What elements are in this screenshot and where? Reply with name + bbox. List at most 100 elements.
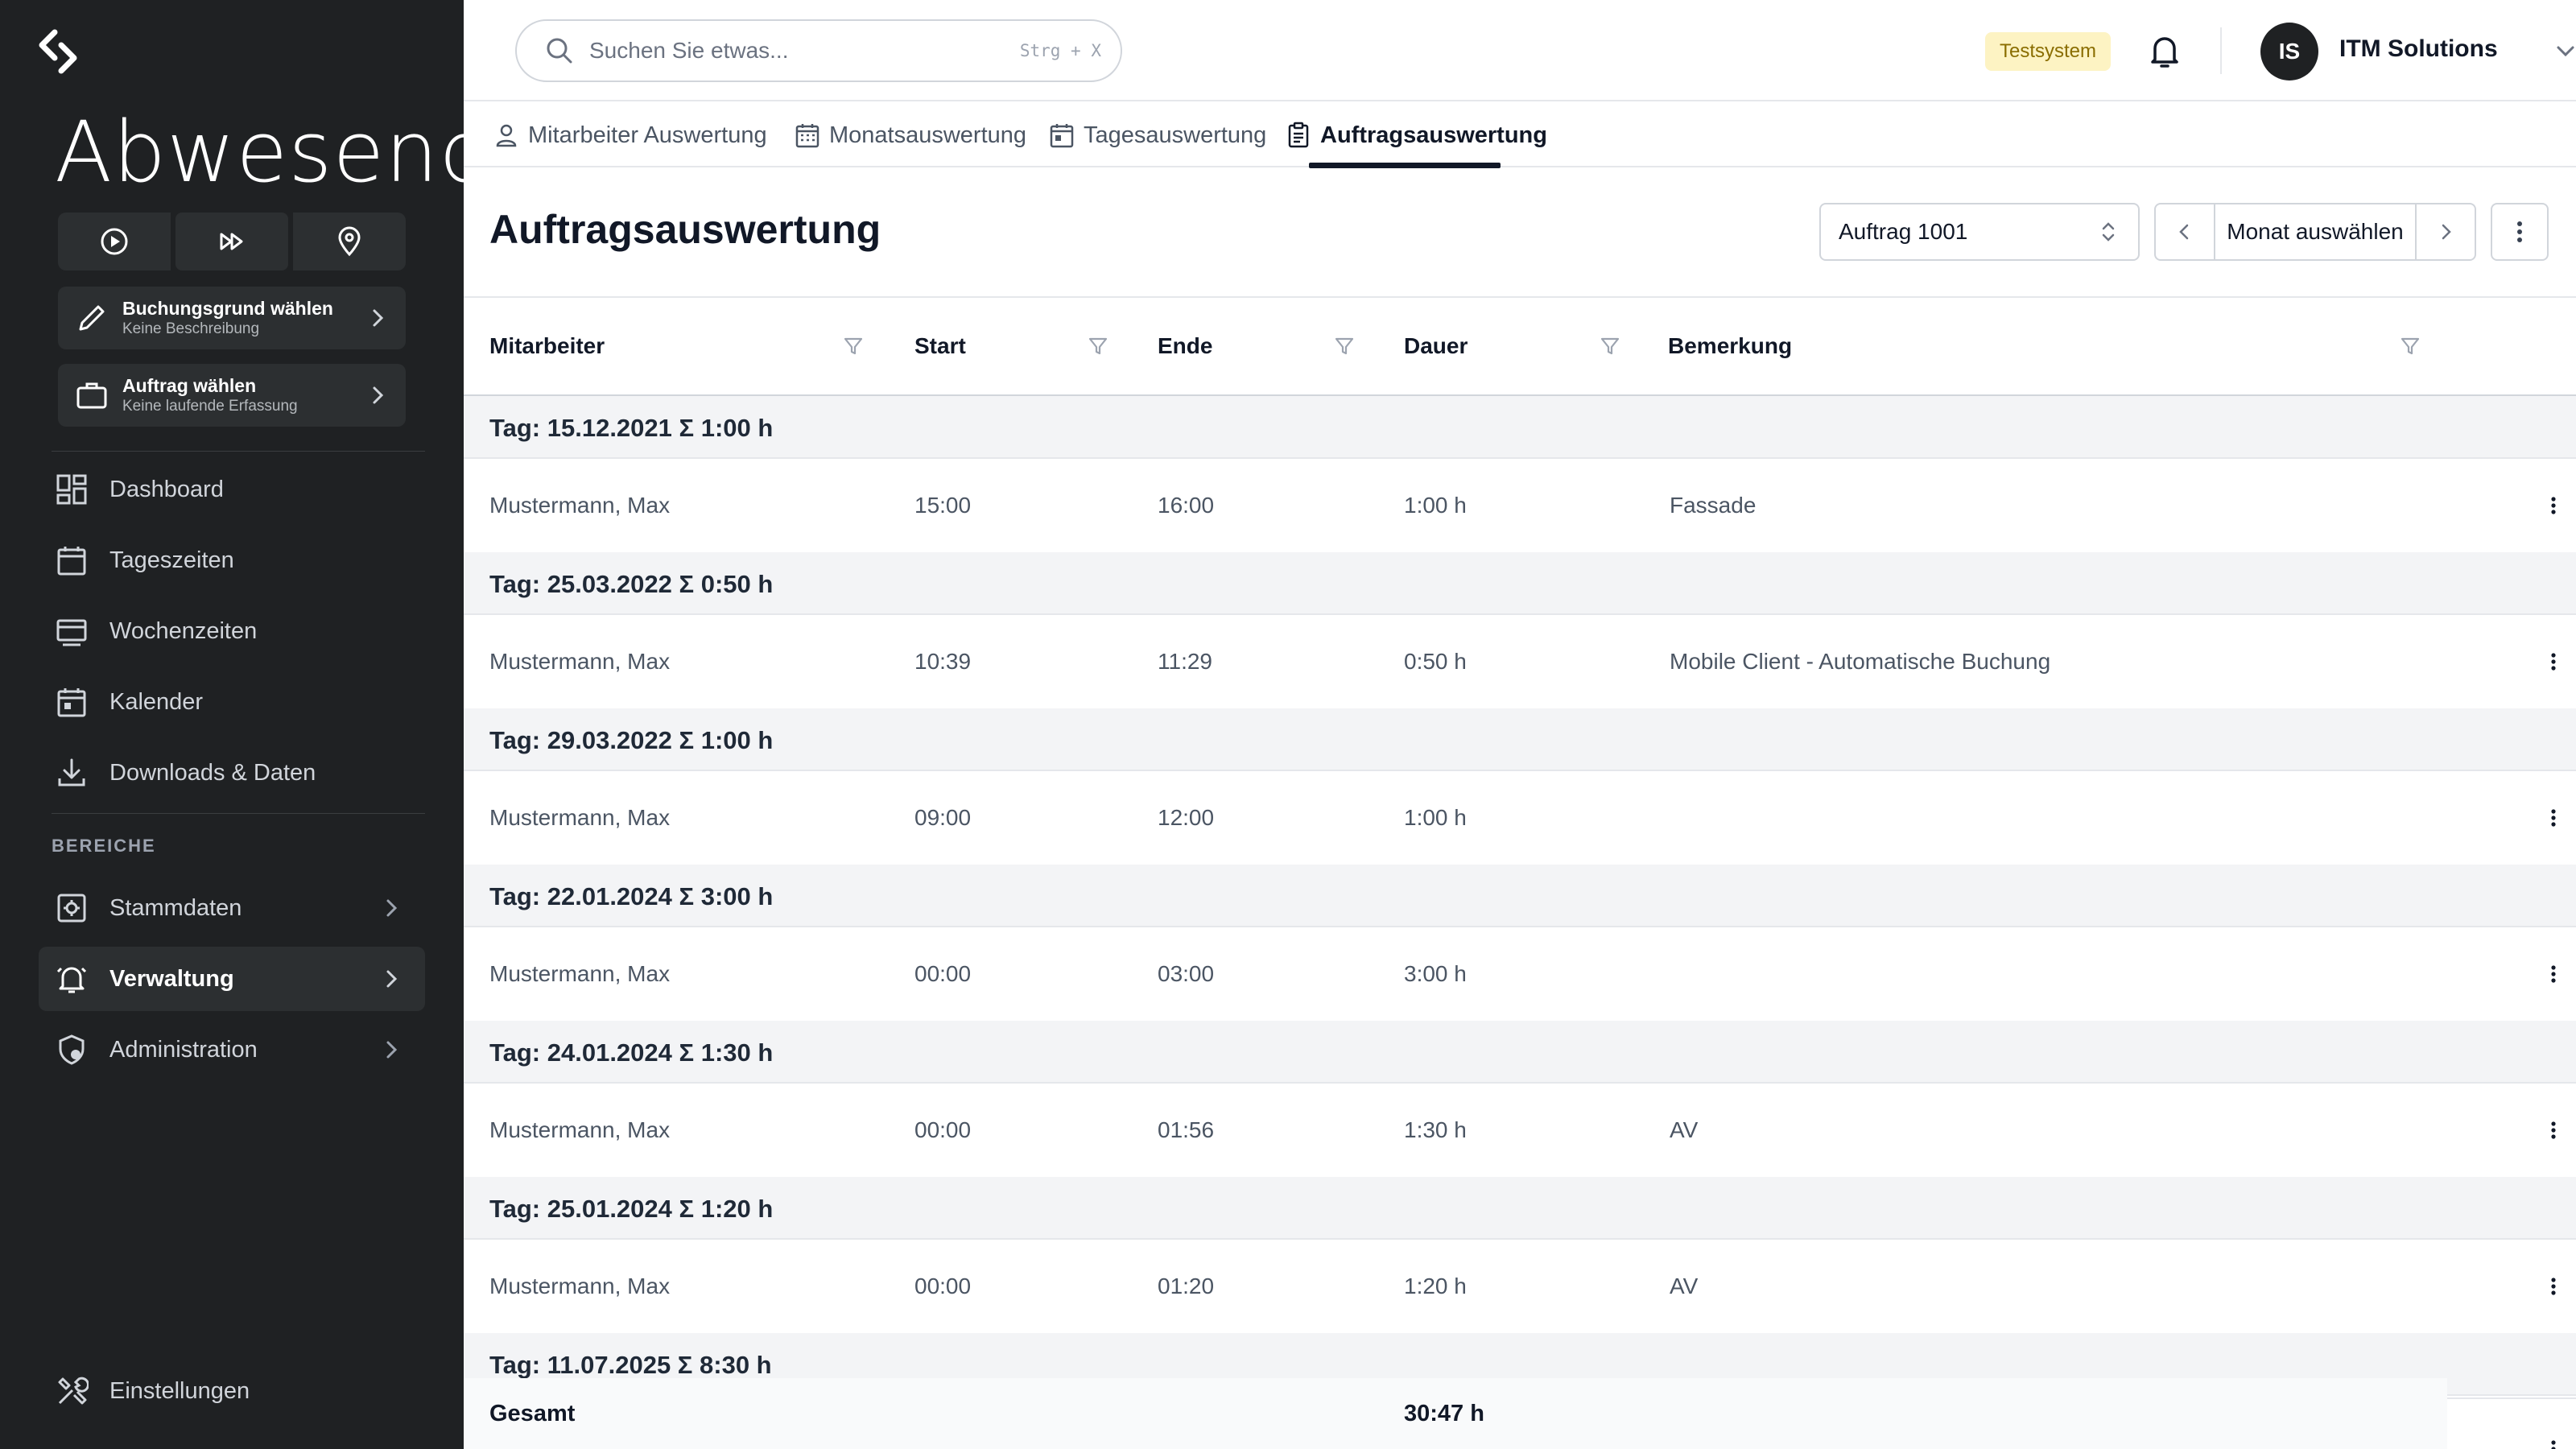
switch-button[interactable] [175, 213, 288, 270]
booking-reason-select[interactable]: Buchungsgrund wählen Keine Beschreibung [58, 287, 406, 349]
table-row[interactable]: Mustermann, Max 10:39 11:29 0:50 h Mobil… [464, 615, 2576, 708]
environment-badge: Testsystem [1985, 32, 2112, 71]
table-row-partial[interactable] [2447, 1397, 2576, 1449]
sidebar-divider [52, 451, 425, 452]
cell-duration: 1:00 h [1404, 805, 1467, 830]
table-footer-total: Gesamt 30:47 h [464, 1378, 2447, 1449]
notification-bell-icon[interactable] [2145, 31, 2185, 71]
cell-end: 12:00 [1158, 805, 1215, 830]
chevron-right-icon [386, 970, 398, 988]
filter-icon[interactable] [1599, 335, 1621, 357]
cell-start: 15:00 [914, 493, 972, 518]
start-button[interactable] [58, 213, 171, 270]
tab-employee-evaluation[interactable]: Mitarbeiter Auswertung [493, 103, 767, 167]
group-label: Tag: 22.01.2024 Σ 3:00 h [489, 882, 774, 910]
month-navigator: Monat auswählen [2154, 203, 2476, 261]
sidebar-item-downloads[interactable]: Downloads & Daten [39, 741, 425, 805]
row-menu-icon[interactable] [2536, 1431, 2571, 1449]
group-row[interactable]: Tag: 22.01.2024 Σ 3:00 h [464, 865, 2576, 927]
cell-start: 00:00 [914, 1274, 972, 1298]
sidebar-item-stammdaten[interactable]: Stammdaten [39, 876, 425, 940]
sidebar-item-kalender[interactable]: Kalender [39, 670, 425, 734]
order-select-card[interactable]: Auftrag wählen Keine laufende Erfassung [58, 364, 406, 427]
sidebar-item-dashboard[interactable]: Dashboard [39, 457, 425, 522]
chevron-down-icon[interactable] [2552, 37, 2576, 64]
table-row[interactable]: Mustermann, Max 00:00 01:56 1:30 h AV [464, 1084, 2576, 1177]
booking-reason-subtitle: Keine Beschreibung [122, 320, 260, 337]
group-label: Tag: 29.03.2022 Σ 1:00 h [489, 726, 774, 754]
filter-icon[interactable] [1087, 335, 1109, 357]
cell-employee: Mustermann, Max [489, 1117, 671, 1142]
avatar[interactable]: IS [2260, 23, 2318, 80]
cell-start: 00:00 [914, 961, 972, 986]
group-label: Tag: 25.03.2022 Σ 0:50 h [489, 570, 774, 598]
column-header-remark[interactable]: Bemerkung [1668, 333, 1792, 359]
cell-start: 10:39 [914, 649, 972, 674]
page-title: Auftragsauswertung [489, 207, 881, 252]
row-menu-icon[interactable] [2536, 644, 2571, 679]
filter-icon[interactable] [1333, 335, 1356, 357]
group-row[interactable]: Tag: 25.01.2024 Σ 1:20 h [464, 1177, 2576, 1240]
search-input[interactable]: Suchen Sie etwas... Strg + X [515, 19, 1122, 82]
group-row[interactable]: Tag: 24.01.2024 Σ 1:30 h [464, 1021, 2576, 1084]
filter-icon[interactable] [2399, 335, 2421, 357]
sidebar-item-verwaltung[interactable]: Verwaltung [39, 947, 425, 1011]
briefcase-icon [76, 382, 107, 409]
app-logo-icon[interactable] [35, 29, 80, 74]
total-label: Gesamt [489, 1401, 576, 1426]
order-dropdown[interactable]: Auftrag 1001 [1819, 203, 2140, 261]
filter-icon[interactable] [842, 335, 865, 357]
cell-duration: 0:50 h [1404, 649, 1467, 674]
active-tab-indicator [1309, 163, 1501, 168]
tab-label: Monatsauswertung [829, 122, 1027, 148]
tab-month-evaluation[interactable]: Monatsauswertung [794, 103, 1026, 167]
column-header-end[interactable]: Ende [1158, 333, 1212, 359]
group-row[interactable]: Tag: 25.03.2022 Σ 0:50 h [464, 552, 2576, 615]
more-options-button[interactable] [2491, 203, 2549, 261]
tab-order-evaluation[interactable]: Auftragsauswertung [1285, 103, 1547, 167]
next-month-button[interactable] [2417, 204, 2475, 259]
play-circle-icon [101, 228, 128, 255]
row-menu-icon[interactable] [2536, 956, 2571, 992]
tab-label: Tagesauswertung [1084, 122, 1267, 148]
row-menu-icon[interactable] [2536, 800, 2571, 836]
cell-remark: Fassade [1670, 493, 1757, 518]
column-header-employee[interactable]: Mitarbeiter [489, 333, 605, 359]
sidebar-item-label: Stammdaten [109, 894, 242, 921]
pencil-icon [79, 305, 105, 331]
row-menu-icon[interactable] [2536, 1269, 2571, 1304]
month-select-button[interactable]: Monat auswählen [2214, 204, 2417, 259]
sidebar-item-settings[interactable]: Einstellungen [39, 1359, 425, 1423]
sidebar-item-wochenzeiten[interactable]: Wochenzeiten [39, 599, 425, 663]
group-label: Tag: 25.01.2024 Σ 1:20 h [489, 1195, 774, 1223]
group-label: Tag: 11.07.2025 Σ 8:30 h [489, 1351, 772, 1379]
table-row[interactable]: Mustermann, Max 09:00 12:00 1:00 h [464, 771, 2576, 865]
chevron-right-icon [373, 386, 384, 404]
previous-month-button[interactable] [2156, 204, 2214, 259]
chevron-right-icon [373, 309, 384, 327]
location-button[interactable] [293, 213, 406, 270]
row-menu-icon[interactable] [2536, 1113, 2571, 1148]
sidebar-item-label: Dashboard [109, 476, 224, 502]
group-row[interactable]: Tag: 15.12.2021 Σ 1:00 h [464, 396, 2576, 459]
tools-icon [58, 1377, 89, 1405]
company-name[interactable]: ITM Solutions [2339, 35, 2498, 63]
cell-remark: Mobile Client - Automatische Buchung [1670, 649, 2051, 674]
tab-day-evaluation[interactable]: Tagesauswertung [1048, 103, 1266, 167]
sidebar-item-tageszeiten[interactable]: Tageszeiten [39, 528, 425, 592]
order-card-subtitle: Keine laufende Erfassung [122, 398, 298, 415]
column-header-duration[interactable]: Dauer [1404, 333, 1468, 359]
map-pin-icon [338, 226, 361, 257]
table-row[interactable]: Mustermann, Max 00:00 01:20 1:20 h AV [464, 1240, 2576, 1333]
search-placeholder: Suchen Sie etwas... [589, 38, 789, 63]
bell-alert-icon [56, 967, 87, 993]
row-menu-icon[interactable] [2536, 488, 2571, 523]
group-row[interactable]: Tag: 29.03.2022 Σ 1:00 h [464, 708, 2576, 771]
sidebar-item-administration[interactable]: Administration [39, 1018, 425, 1082]
cell-employee: Mustermann, Max [489, 961, 671, 986]
column-header-start[interactable]: Start [914, 333, 966, 359]
cell-end: 16:00 [1158, 493, 1215, 518]
table-row[interactable]: Mustermann, Max 15:00 16:00 1:00 h Fassa… [464, 459, 2576, 552]
table-row[interactable]: Mustermann, Max 00:00 03:00 3:00 h [464, 927, 2576, 1021]
calendar-day-icon [1050, 124, 1074, 148]
